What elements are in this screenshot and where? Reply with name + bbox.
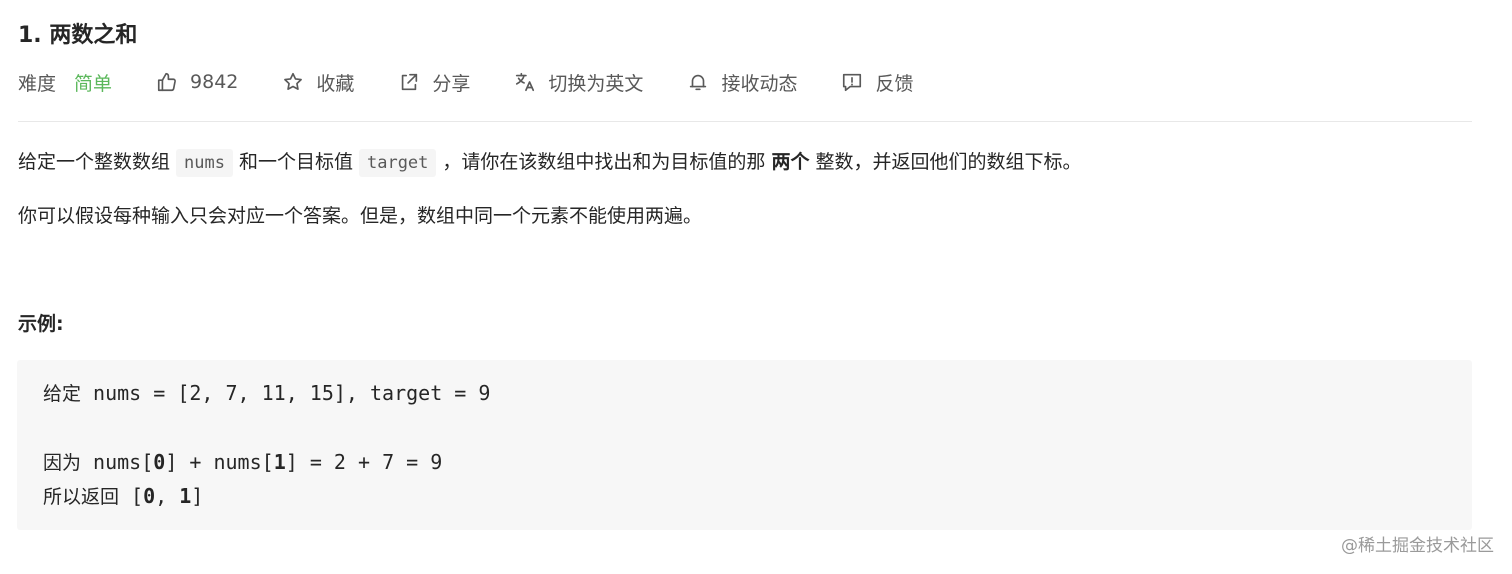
desc-text: 和一个目标值 (238, 151, 353, 173)
difficulty-label: 难度 (18, 72, 57, 95)
code-bold: 1 (273, 450, 286, 474)
feedback-button[interactable]: 反馈 (841, 69, 913, 96)
inline-code-nums: nums (176, 149, 233, 177)
code-text: 给定 (43, 383, 82, 405)
description-paragraph-2: 你可以假设每种输入只会对应一个答案。但是，数组中同一个元素不能使用两遍。 (18, 205, 703, 227)
code-bold: 0 (143, 484, 156, 508)
code-text: 因为 (43, 452, 82, 474)
translate-icon (514, 71, 536, 93)
header-divider (18, 121, 1472, 122)
problem-page: 1. 两数之和 难度 简单 9842 收藏 分享 切换为英文 接收动态 反馈 给… (0, 0, 1512, 574)
example-code-block: 给定 nums = [2, 7, 11, 15], target = 9 因为 … (17, 360, 1472, 530)
switch-language-button[interactable]: 切换为英文 (514, 69, 643, 96)
notify-label: 接收动态 (721, 72, 798, 95)
like-button[interactable]: 9842 (156, 71, 238, 93)
desc-text: 整数，并返回他们的数组下标。 (815, 151, 1082, 173)
problem-title: 1. 两数之和 (18, 23, 138, 48)
code-bold: 1 (179, 484, 192, 508)
feedback-label: 反馈 (875, 72, 914, 95)
example-line-3: 所以返回 [0, 1] (43, 480, 203, 513)
thumbs-up-icon (156, 71, 178, 93)
inline-code-target: target (358, 149, 437, 177)
like-count: 9842 (190, 71, 239, 93)
star-icon (282, 71, 304, 93)
code-text: nums = [2, 7, 11, 15], target = 9 (81, 381, 491, 405)
notify-button[interactable]: 接收动态 (687, 69, 797, 96)
code-text: nums[ (81, 450, 154, 474)
code-bold: 0 (153, 450, 166, 474)
code-text: , (155, 484, 180, 508)
code-text: [ (119, 484, 144, 508)
description-paragraph-1: 给定一个整数数组 nums 和一个目标值 target ，请你在该数组中找出和为目标值的… (18, 146, 1082, 179)
desc-text: ，请你在该数组中找出和为目标值的那 (442, 151, 766, 173)
favorite-label: 收藏 (316, 72, 355, 95)
desc-text: 给定一个整数数组 (18, 151, 171, 173)
share-label: 分享 (432, 72, 471, 95)
share-button[interactable]: 分享 (398, 69, 470, 96)
example-line-2: 因为 nums[0] + nums[1] = 2 + 7 = 9 (43, 446, 442, 479)
code-text: ] (191, 484, 204, 508)
favorite-button[interactable]: 收藏 (282, 69, 354, 96)
code-text: 所以返回 (43, 486, 120, 508)
code-text: ] = 2 + 7 = 9 (285, 450, 443, 474)
share-icon (398, 71, 420, 93)
difficulty-value: 简单 (74, 72, 113, 95)
bell-icon (687, 71, 709, 93)
switch-language-label: 切换为英文 (548, 72, 644, 95)
code-text: ] + nums[ (165, 450, 274, 474)
problem-meta-bar: 难度 简单 9842 收藏 分享 切换为英文 接收动态 反馈 (18, 66, 957, 98)
feedback-icon (841, 71, 863, 93)
desc-bold-text: 两个 (771, 151, 810, 173)
example-line-1: 给定 nums = [2, 7, 11, 15], target = 9 (43, 377, 490, 410)
example-label: 示例: (18, 313, 64, 335)
watermark: @稀土掘金技术社区 (1341, 536, 1494, 556)
